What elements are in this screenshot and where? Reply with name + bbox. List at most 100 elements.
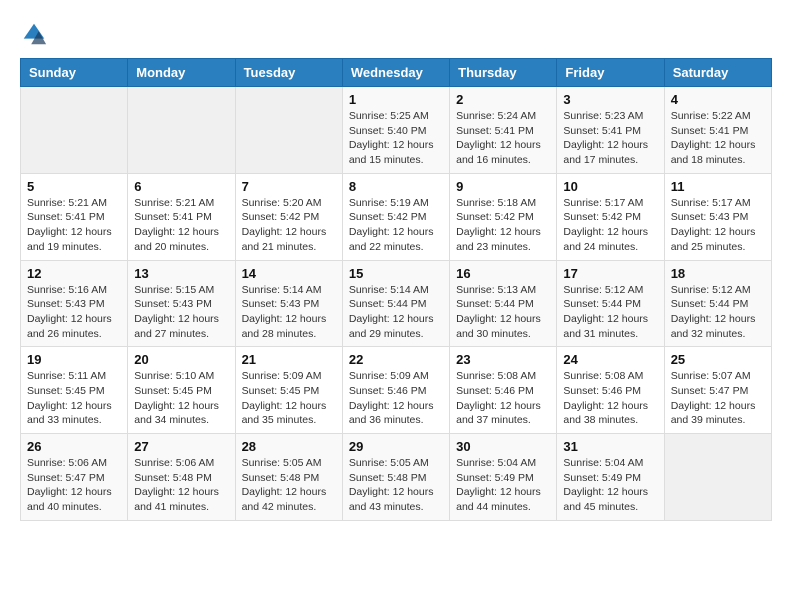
weekday-header: Thursday [450,59,557,87]
day-info: Sunrise: 5:20 AM Sunset: 5:42 PM Dayligh… [242,196,336,255]
day-info: Sunrise: 5:11 AM Sunset: 5:45 PM Dayligh… [27,369,121,428]
calendar-cell [664,434,771,521]
calendar-cell: 12 Sunrise: 5:16 AM Sunset: 5:43 PM Dayli… [21,260,128,347]
day-info: Sunrise: 5:19 AM Sunset: 5:42 PM Dayligh… [349,196,443,255]
day-info: Sunrise: 5:10 AM Sunset: 5:45 PM Dayligh… [134,369,228,428]
day-info: Sunrise: 5:17 AM Sunset: 5:42 PM Dayligh… [563,196,657,255]
day-info: Sunrise: 5:13 AM Sunset: 5:44 PM Dayligh… [456,283,550,342]
calendar-cell: 21 Sunrise: 5:09 AM Sunset: 5:45 PM Dayli… [235,347,342,434]
day-number: 6 [134,179,228,194]
day-number: 30 [456,439,550,454]
calendar-cell: 27Sunrise: 5:06 AM Sunset: 5:48 PM Dayli… [128,434,235,521]
calendar-cell [128,87,235,174]
calendar-week-row: 1Sunrise: 5:25 AM Sunset: 5:40 PM Daylig… [21,87,772,174]
day-info: Sunrise: 5:08 AM Sunset: 5:46 PM Dayligh… [456,369,550,428]
calendar-cell: 5 Sunrise: 5:21 AM Sunset: 5:41 PM Daylig… [21,173,128,260]
weekday-header: Saturday [664,59,771,87]
weekday-header: Tuesday [235,59,342,87]
day-number: 28 [242,439,336,454]
calendar-week-row: 5 Sunrise: 5:21 AM Sunset: 5:41 PM Daylig… [21,173,772,260]
day-number: 17 [563,266,657,281]
calendar-week-row: 26 Sunrise: 5:06 AM Sunset: 5:47 PM Dayli… [21,434,772,521]
day-info: Sunrise: 5:06 AM Sunset: 5:47 PM Dayligh… [27,456,121,515]
logo [20,20,52,48]
calendar-cell: 22 Sunrise: 5:09 AM Sunset: 5:46 PM Dayli… [342,347,449,434]
day-number: 11 [671,179,765,194]
day-info: Sunrise: 5:15 AM Sunset: 5:43 PM Dayligh… [134,283,228,342]
day-number: 5 [27,179,121,194]
day-info: Sunrise: 5:14 AM Sunset: 5:43 PM Dayligh… [242,283,336,342]
day-number: 2 [456,92,550,107]
day-info: Sunrise: 5:12 AM Sunset: 5:44 PM Dayligh… [671,283,765,342]
calendar-cell: 1Sunrise: 5:25 AM Sunset: 5:40 PM Daylig… [342,87,449,174]
day-info: Sunrise: 5:17 AM Sunset: 5:43 PM Dayligh… [671,196,765,255]
calendar-cell: 30 Sunrise: 5:04 AM Sunset: 5:49 PM Dayli… [450,434,557,521]
day-info: Sunrise: 5:05 AM Sunset: 5:48 PM Dayligh… [349,456,443,515]
day-info: Sunrise: 5:09 AM Sunset: 5:46 PM Dayligh… [349,369,443,428]
calendar-cell: 19 Sunrise: 5:11 AM Sunset: 5:45 PM Dayli… [21,347,128,434]
calendar-cell: 25Sunrise: 5:07 AM Sunset: 5:47 PM Dayli… [664,347,771,434]
weekday-header: Wednesday [342,59,449,87]
day-info: Sunrise: 5:21 AM Sunset: 5:41 PM Dayligh… [134,196,228,255]
day-info: Sunrise: 5:16 AM Sunset: 5:43 PM Dayligh… [27,283,121,342]
calendar-cell: 26 Sunrise: 5:06 AM Sunset: 5:47 PM Dayli… [21,434,128,521]
day-number: 14 [242,266,336,281]
calendar-cell: 6 Sunrise: 5:21 AM Sunset: 5:41 PM Daylig… [128,173,235,260]
calendar-cell: 24Sunrise: 5:08 AM Sunset: 5:46 PM Dayli… [557,347,664,434]
day-number: 20 [134,352,228,367]
logo-icon [20,20,48,48]
day-info: Sunrise: 5:24 AM Sunset: 5:41 PM Dayligh… [456,109,550,168]
calendar-cell: 10Sunrise: 5:17 AM Sunset: 5:42 PM Dayli… [557,173,664,260]
calendar-cell: 29 Sunrise: 5:05 AM Sunset: 5:48 PM Dayli… [342,434,449,521]
day-number: 1 [349,92,443,107]
day-number: 8 [349,179,443,194]
day-info: Sunrise: 5:08 AM Sunset: 5:46 PM Dayligh… [563,369,657,428]
day-number: 16 [456,266,550,281]
day-info: Sunrise: 5:21 AM Sunset: 5:41 PM Dayligh… [27,196,121,255]
day-number: 19 [27,352,121,367]
calendar-cell: 8 Sunrise: 5:19 AM Sunset: 5:42 PM Daylig… [342,173,449,260]
calendar-header-row: SundayMondayTuesdayWednesdayThursdayFrid… [21,59,772,87]
calendar-cell: 16 Sunrise: 5:13 AM Sunset: 5:44 PM Dayli… [450,260,557,347]
calendar-cell: 20 Sunrise: 5:10 AM Sunset: 5:45 PM Dayli… [128,347,235,434]
weekday-header: Sunday [21,59,128,87]
day-info: Sunrise: 5:05 AM Sunset: 5:48 PM Dayligh… [242,456,336,515]
calendar-cell: 11 Sunrise: 5:17 AM Sunset: 5:43 PM Dayli… [664,173,771,260]
calendar-cell: 15 Sunrise: 5:14 AM Sunset: 5:44 PM Dayli… [342,260,449,347]
day-number: 31 [563,439,657,454]
calendar-cell: 9 Sunrise: 5:18 AM Sunset: 5:42 PM Daylig… [450,173,557,260]
calendar-cell: 2 Sunrise: 5:24 AM Sunset: 5:41 PM Daylig… [450,87,557,174]
calendar-week-row: 19 Sunrise: 5:11 AM Sunset: 5:45 PM Dayli… [21,347,772,434]
day-number: 12 [27,266,121,281]
day-number: 18 [671,266,765,281]
day-info: Sunrise: 5:14 AM Sunset: 5:44 PM Dayligh… [349,283,443,342]
day-number: 25 [671,352,765,367]
day-number: 26 [27,439,121,454]
day-number: 21 [242,352,336,367]
calendar-cell [21,87,128,174]
weekday-header: Friday [557,59,664,87]
day-number: 9 [456,179,550,194]
day-number: 13 [134,266,228,281]
day-info: Sunrise: 5:18 AM Sunset: 5:42 PM Dayligh… [456,196,550,255]
day-number: 4 [671,92,765,107]
day-info: Sunrise: 5:09 AM Sunset: 5:45 PM Dayligh… [242,369,336,428]
calendar-cell: 23Sunrise: 5:08 AM Sunset: 5:46 PM Dayli… [450,347,557,434]
calendar-cell: 17 Sunrise: 5:12 AM Sunset: 5:44 PM Dayli… [557,260,664,347]
calendar-week-row: 12 Sunrise: 5:16 AM Sunset: 5:43 PM Dayli… [21,260,772,347]
day-info: Sunrise: 5:04 AM Sunset: 5:49 PM Dayligh… [456,456,550,515]
day-info: Sunrise: 5:04 AM Sunset: 5:49 PM Dayligh… [563,456,657,515]
day-info: Sunrise: 5:22 AM Sunset: 5:41 PM Dayligh… [671,109,765,168]
calendar-cell: 13 Sunrise: 5:15 AM Sunset: 5:43 PM Dayli… [128,260,235,347]
calendar-cell: 3Sunrise: 5:23 AM Sunset: 5:41 PM Daylig… [557,87,664,174]
day-number: 22 [349,352,443,367]
calendar-cell: 4 Sunrise: 5:22 AM Sunset: 5:41 PM Daylig… [664,87,771,174]
day-number: 29 [349,439,443,454]
calendar-cell: 28 Sunrise: 5:05 AM Sunset: 5:48 PM Dayli… [235,434,342,521]
day-info: Sunrise: 5:12 AM Sunset: 5:44 PM Dayligh… [563,283,657,342]
calendar-cell: 18 Sunrise: 5:12 AM Sunset: 5:44 PM Dayli… [664,260,771,347]
calendar-cell: 7Sunrise: 5:20 AM Sunset: 5:42 PM Daylig… [235,173,342,260]
calendar-cell [235,87,342,174]
day-number: 27 [134,439,228,454]
day-number: 15 [349,266,443,281]
